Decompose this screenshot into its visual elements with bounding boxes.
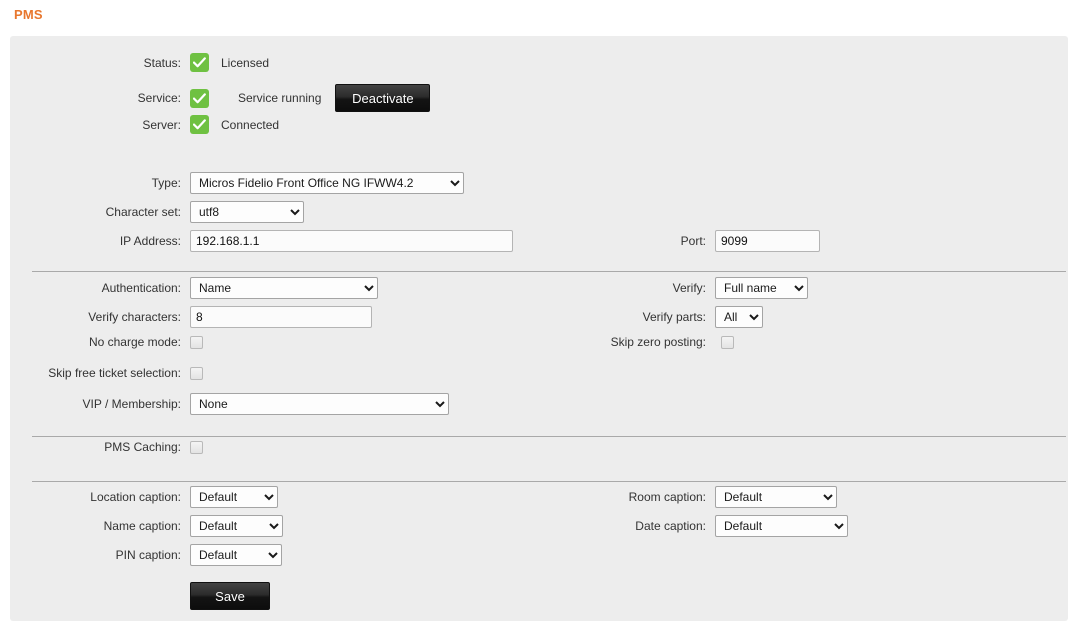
section-divider-caching xyxy=(32,481,1066,482)
type-label: Type: xyxy=(151,176,181,190)
status-value: Licensed xyxy=(221,55,270,70)
pin-caption-select[interactable]: Default xyxy=(190,544,282,566)
room-caption-select[interactable]: Default xyxy=(715,486,837,508)
port-row: Port: xyxy=(565,230,820,252)
service-label: Service: xyxy=(137,91,181,105)
pin-caption-label: PIN caption: xyxy=(115,548,181,562)
skip-free-ticket-selection-checkbox[interactable] xyxy=(190,366,203,380)
no-charge-mode-row: No charge mode: xyxy=(10,335,203,349)
date-caption-select[interactable]: Default xyxy=(715,515,848,537)
ip-address-row: IP Address: xyxy=(10,230,513,252)
ip-address-label: IP Address: xyxy=(119,234,181,248)
port-label: Port: xyxy=(680,234,706,248)
no-charge-mode-checkbox[interactable] xyxy=(190,335,203,349)
authentication-row: Authentication: Name xyxy=(10,277,378,299)
skip-free-ticket-selection-label: Skip free ticket selection: xyxy=(48,366,181,380)
location-caption-row: Location caption: Default xyxy=(10,486,278,508)
skip-zero-posting-label: Skip zero posting: xyxy=(610,335,706,349)
vip-membership-label: VIP / Membership: xyxy=(82,397,181,411)
character-set-row: Character set: utf8 xyxy=(10,201,304,223)
server-row: Server: Connected xyxy=(10,115,279,134)
location-caption-label: Location caption: xyxy=(90,490,181,504)
settings-panel: Status: Licensed Service: Service runnin… xyxy=(10,36,1068,621)
port-input[interactable] xyxy=(715,230,820,252)
verify-select[interactable]: Full name xyxy=(715,277,808,299)
status-label: Status: xyxy=(143,55,181,70)
character-set-label: Character set: xyxy=(105,205,181,219)
green-check-icon xyxy=(190,115,209,134)
pms-caching-row: PMS Caching: xyxy=(10,440,203,454)
section-divider-authentication xyxy=(32,436,1066,437)
room-caption-label: Room caption: xyxy=(628,490,706,504)
skip-free-ticket-selection-row: Skip free ticket selection: xyxy=(10,366,203,380)
service-row: Service: Service running Deactivate xyxy=(10,84,431,112)
verify-characters-input[interactable] xyxy=(190,306,372,328)
location-caption-select[interactable]: Default xyxy=(190,486,278,508)
name-caption-label: Name caption: xyxy=(103,519,181,533)
deactivate-button[interactable]: Deactivate xyxy=(335,84,431,112)
date-caption-label: Date caption: xyxy=(635,519,706,533)
pms-settings-page: PMS Status: Licensed Service: Service ru… xyxy=(0,0,1078,633)
authentication-select[interactable]: Name xyxy=(190,277,378,299)
server-label: Server: xyxy=(142,117,181,132)
server-value: Connected xyxy=(221,117,280,132)
pms-caching-checkbox[interactable] xyxy=(190,440,203,454)
date-caption-row: Date caption: Default xyxy=(565,515,848,537)
verify-label: Verify: xyxy=(672,281,706,295)
character-set-select[interactable]: utf8 xyxy=(190,201,304,223)
verify-characters-label: Verify characters: xyxy=(88,310,181,324)
type-select[interactable]: Micros Fidelio Front Office NG IFWW4.2 xyxy=(190,172,464,194)
green-check-icon xyxy=(190,88,209,108)
service-value: Service running xyxy=(238,91,322,105)
room-caption-row: Room caption: Default xyxy=(565,486,837,508)
ip-address-input[interactable] xyxy=(190,230,513,252)
skip-zero-posting-row: Skip zero posting: xyxy=(565,335,734,349)
section-divider-connection xyxy=(32,271,1066,272)
pms-caching-label: PMS Caching: xyxy=(104,440,181,454)
verify-parts-row: Verify parts: All xyxy=(565,306,763,328)
verify-row: Verify: Full name xyxy=(565,277,808,299)
save-button[interactable]: Save xyxy=(190,582,270,610)
no-charge-mode-label: No charge mode: xyxy=(88,335,181,349)
green-check-icon xyxy=(190,53,209,72)
pin-caption-row: PIN caption: Default xyxy=(10,544,282,566)
verify-parts-select[interactable]: All xyxy=(715,306,763,328)
verify-characters-row: Verify characters: xyxy=(10,306,372,328)
authentication-label: Authentication: xyxy=(101,281,181,295)
vip-membership-row: VIP / Membership: None xyxy=(10,393,449,415)
name-caption-select[interactable]: Default xyxy=(190,515,283,537)
skip-zero-posting-checkbox[interactable] xyxy=(721,335,734,349)
actions-row: Save xyxy=(10,582,270,610)
type-row: Type: Micros Fidelio Front Office NG IFW… xyxy=(10,172,464,194)
status-row: Status: Licensed xyxy=(10,53,269,72)
vip-membership-select[interactable]: None xyxy=(190,393,449,415)
verify-parts-label: Verify parts: xyxy=(642,310,706,324)
name-caption-row: Name caption: Default xyxy=(10,515,283,537)
page-title: PMS xyxy=(14,7,43,22)
